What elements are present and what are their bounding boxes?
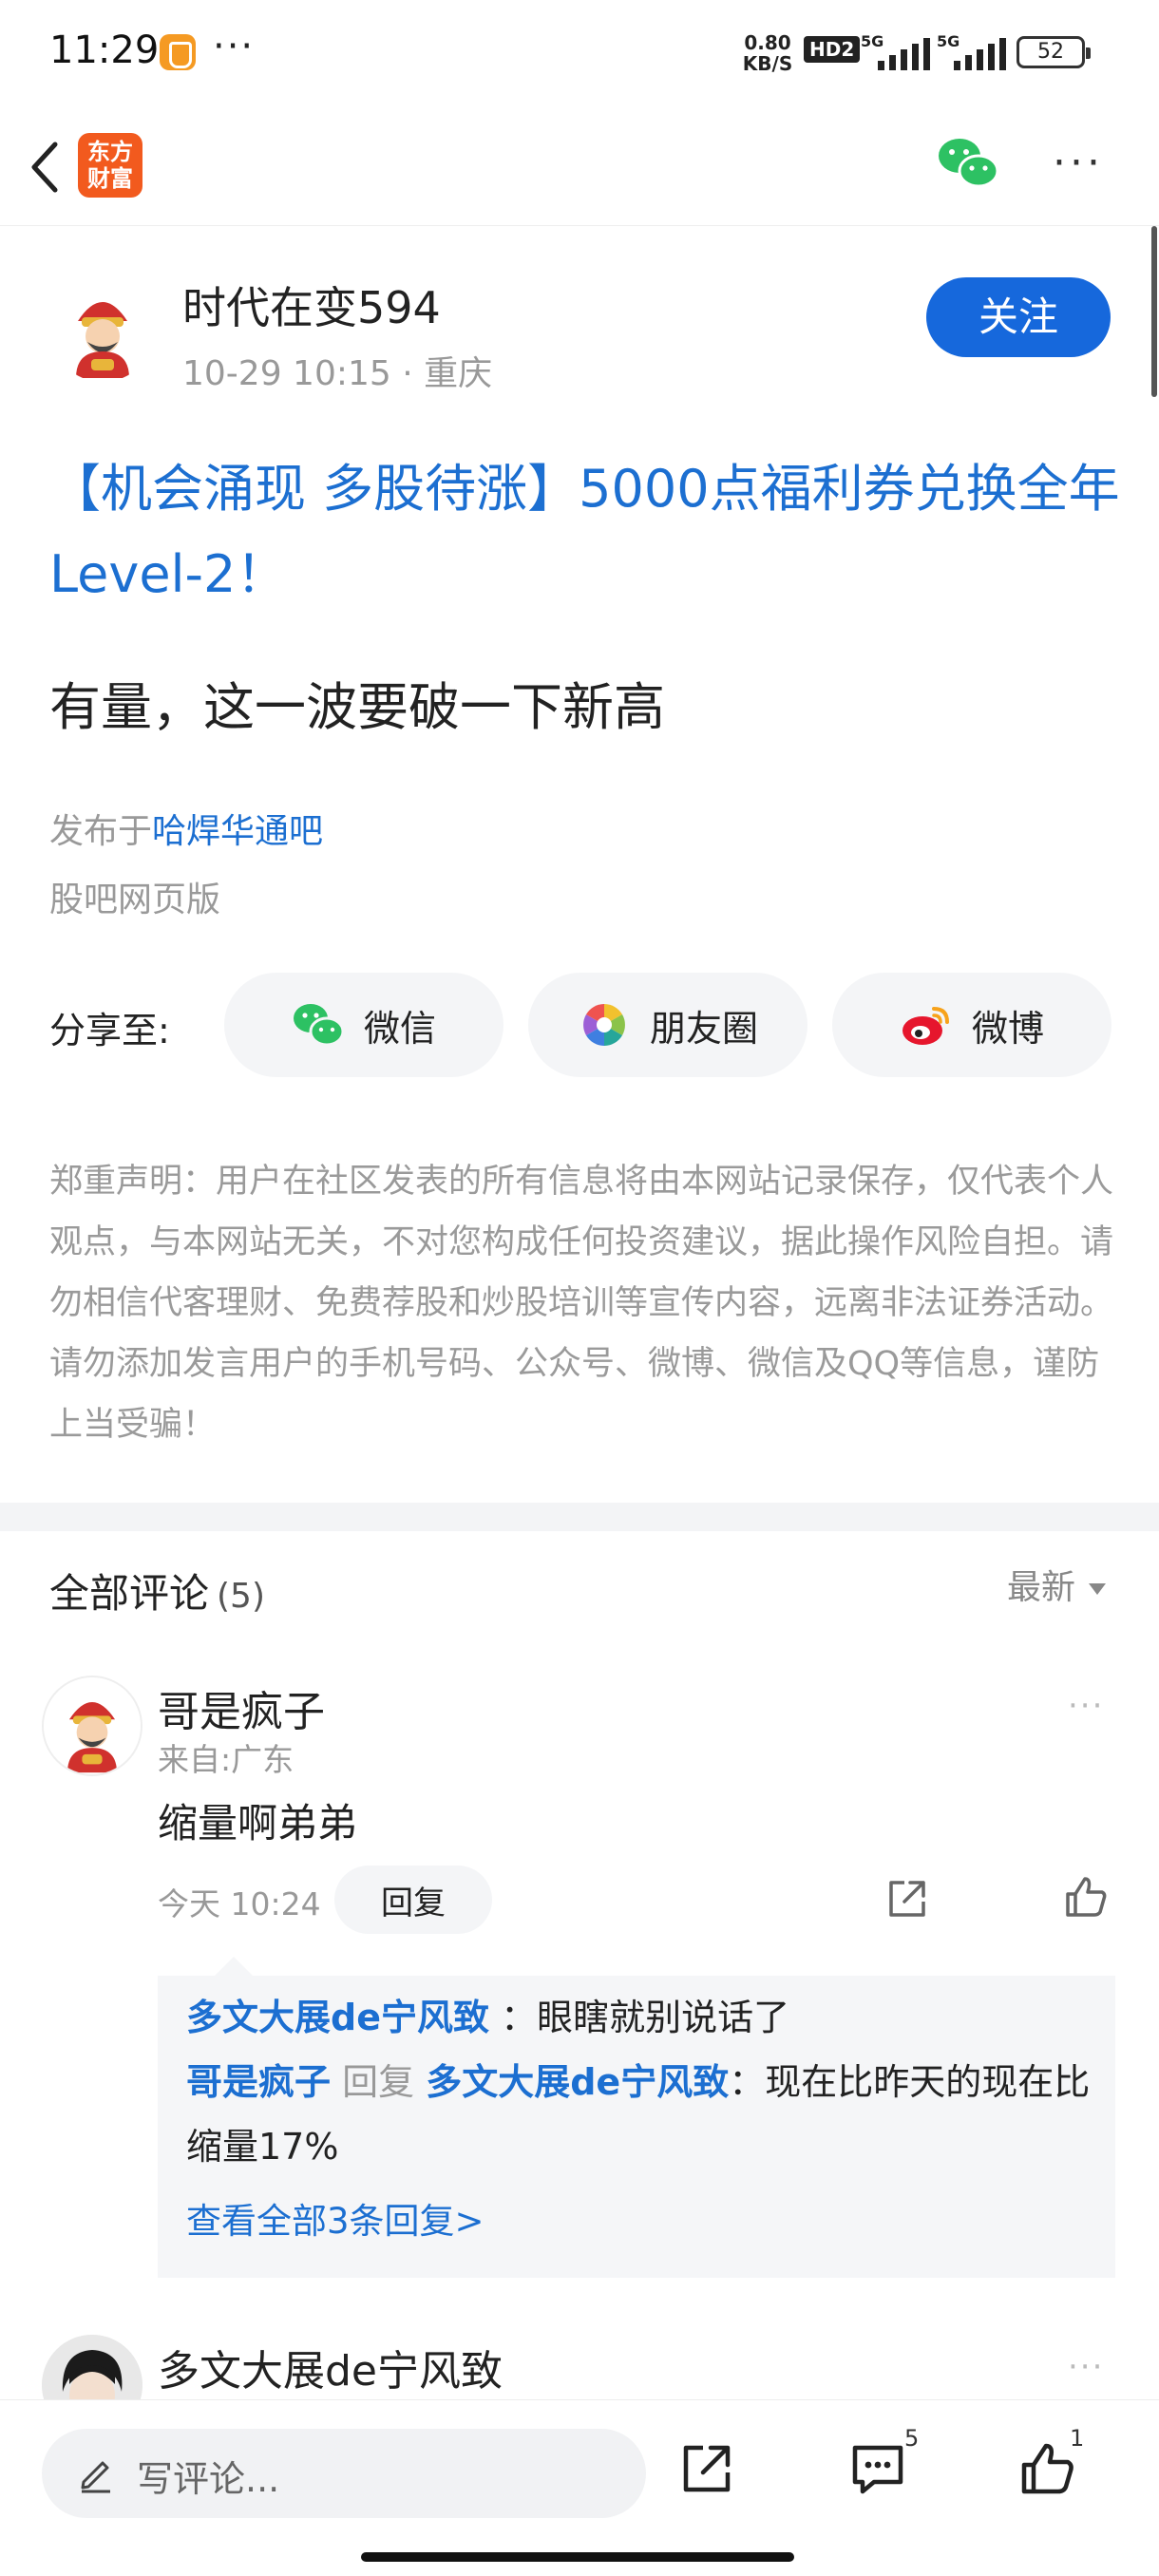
like-icon[interactable] [1016,2438,1077,2499]
sort-dropdown[interactable]: 最新 [1007,1560,1107,1609]
commenter-name[interactable]: 多文大展de宁风致 [158,2337,503,2397]
comment-icon[interactable] [847,2438,908,2499]
follow-button[interactable]: 关注 [926,277,1111,357]
comment-text: 缩量啊弟弟 [158,1800,358,1847]
share-label: 分享至: [49,1010,170,1051]
write-comment-input[interactable]: 写评论... [42,2429,646,2518]
pen-icon [81,2461,110,2493]
comment-count-badge: 5 [904,2425,920,2452]
comment-more-icon[interactable]: ··· [1068,2348,1104,2386]
published-in: 发布于哈焊华通吧 [49,804,323,853]
wechat-icon[interactable] [937,135,999,192]
network-speed: 0.80 KB/S [741,32,794,74]
bottom-action-bar: 写评论... 5 1 [0,2399,1159,2576]
share-moments-label: 朋友圈 [649,1009,758,1050]
share-weibo-button[interactable]: 微博 [832,973,1112,1077]
app-logo[interactable]: 东方 财富 [78,133,142,198]
network-speed-value: 0.80 [744,31,791,54]
signal-icon-2: 5G [937,32,1018,70]
signal-icon: 5G [861,32,942,70]
home-indicator[interactable] [361,2552,794,2562]
post-source: 股吧网页版 [49,881,221,919]
post-meta: 10-29 10:15 · 重庆 [182,354,493,393]
share-icon[interactable] [676,2438,737,2499]
disclaimer-text: 郑重声明：用户在社区发表的所有信息将由本网站记录保存，仅代表个人观点，与本网站无… [49,1163,1114,1444]
article-body: 有量，这一波要破一下新高 [49,677,665,737]
view-all-replies-link[interactable]: 查看全部3条回复> [186,2192,484,2244]
status-more-dots: ··· [213,25,256,68]
commenter-name[interactable]: 哥是疯子 [158,1677,325,1738]
battery-icon: 52 [1016,36,1091,68]
wechat-icon [293,1004,345,1047]
reply-user[interactable]: 多文大展de宁风致 [186,1997,489,2038]
reply-item[interactable]: 多文大展de宁风致 ：眼瞎就别说话了 [186,1985,1098,2050]
share-wechat-label: 微信 [363,1009,436,1050]
comments-header: 全部评论 (5) [49,1562,265,1619]
published-prefix: 发布于 [49,812,153,851]
moments-icon [583,1004,625,1046]
network-speed-unit: KB/S [742,52,793,75]
commenter-location: 来自:广东 [158,1741,294,1778]
nav-bar: 东方 财富 ··· [0,114,1159,226]
network-type-label: 5G [861,32,884,50]
status-time: 11:29 [49,28,160,72]
scrollbar[interactable] [1151,226,1157,397]
comments-count: (5) [217,1577,266,1616]
reply-word: 回复 [342,2061,415,2103]
network-type-label-2: 5G [937,32,960,50]
reply-target-user[interactable]: 多文大展de宁风致 [426,2061,729,2103]
app-logo-line2: 财富 [87,165,133,192]
like-icon[interactable] [1062,1873,1110,1921]
author-avatar[interactable] [49,275,156,382]
app-logo-line1: 东方 [87,139,133,165]
back-arrow-icon[interactable] [27,137,65,198]
caret-down-icon [1089,1583,1107,1595]
reply-button[interactable]: 回复 [334,1866,492,1934]
shield-app-icon [160,34,196,70]
reply-text: ：眼瞎就别说话了 [501,1997,790,2038]
reply-item[interactable]: 哥是疯子 回复 多文大展de宁风致：现在比昨天的现在比缩量17% [186,2050,1098,2179]
reply-user[interactable]: 哥是疯子 [186,2061,331,2103]
status-bar: 11:29 ··· 0.80 KB/S HD2 5G 5G 52 [0,0,1159,104]
comments-title: 全部评论 [49,1570,210,1617]
share-moments-button[interactable]: 朋友圈 [528,973,808,1077]
replies-box: 多文大展de宁风致 ：眼瞎就别说话了 哥是疯子 回复 多文大展de宁风致：现在比… [158,1957,1115,2278]
sort-label: 最新 [1007,1568,1076,1607]
comment-more-icon[interactable]: ··· [1068,1687,1104,1725]
commenter-avatar[interactable] [42,1676,142,1776]
share-wechat-button[interactable]: 微信 [224,973,504,1077]
hd-icon: HD2 [804,36,861,63]
comment-placeholder: 写评论... [137,2458,280,2500]
author-name[interactable]: 时代在变594 [182,274,441,336]
share-icon[interactable] [884,1875,931,1923]
like-count-badge: 1 [1070,2425,1085,2452]
article-title[interactable]: 【机会涌现 多股待涨】5000点福利券兑换全年Level-2！ [49,446,1123,617]
more-options-icon[interactable]: ··· [1053,142,1104,184]
share-weibo-label: 微博 [971,1009,1044,1050]
weibo-icon [902,1007,949,1045]
stock-bar-link[interactable]: 哈焊华通吧 [152,812,323,851]
section-divider [0,1503,1159,1531]
comment-time: 今天 10:24 [158,1885,321,1923]
